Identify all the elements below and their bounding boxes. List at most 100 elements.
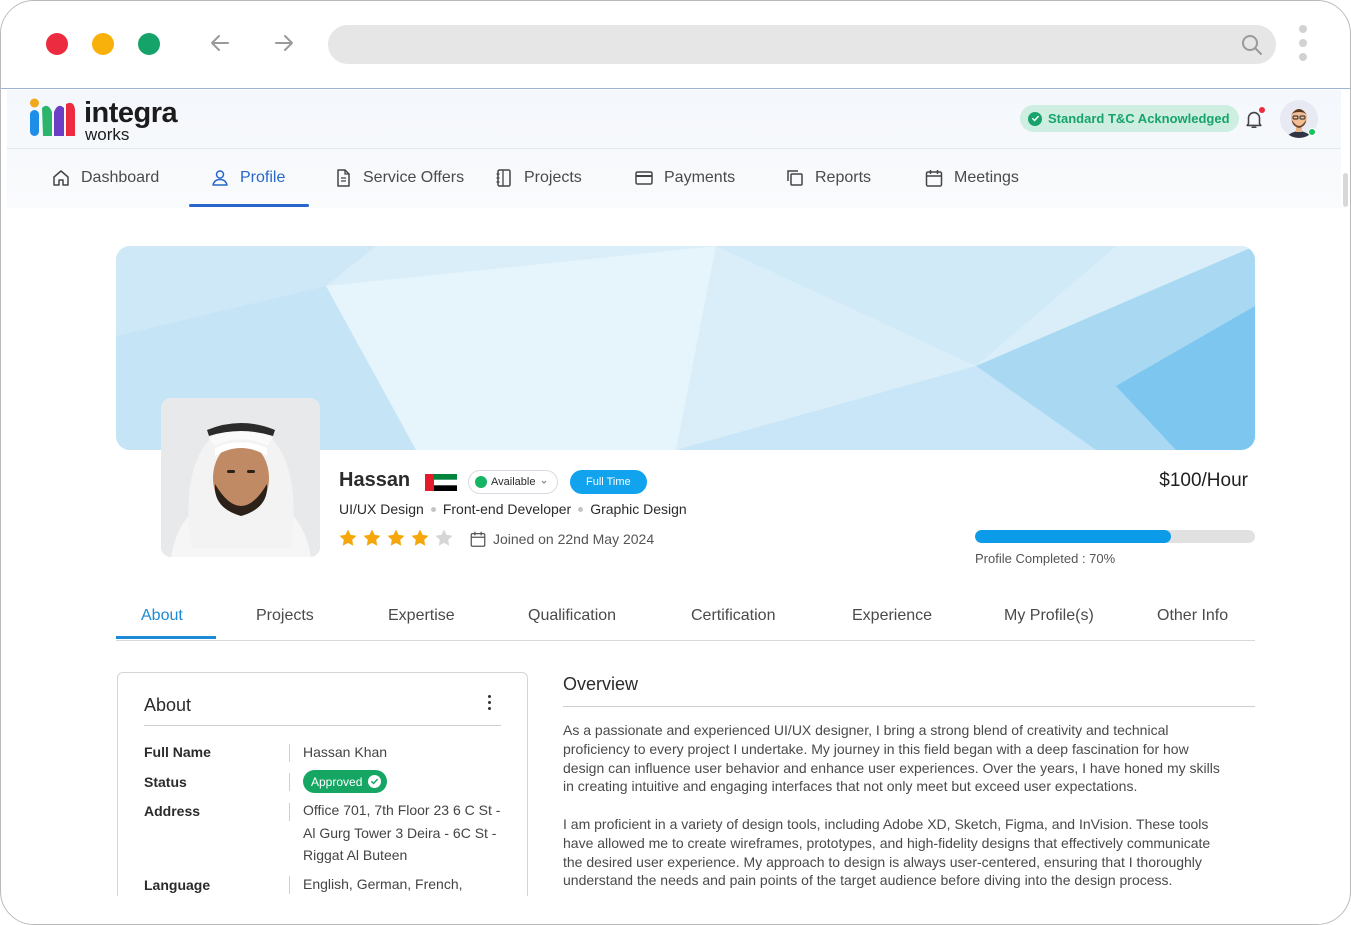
overview-line: in creating intuitive and engaging inter… xyxy=(563,778,1138,795)
tc-acknowledged-badge: Standard T&C Acknowledged xyxy=(1020,105,1239,132)
about-divider xyxy=(144,725,501,726)
tab-expertise[interactable]: Expertise xyxy=(388,607,455,625)
forward-arrow-icon[interactable] xyxy=(270,29,298,57)
language-label: Language xyxy=(144,877,211,893)
window-bottom-edge xyxy=(1,896,1350,924)
address-bar[interactable] xyxy=(328,25,1276,64)
more-options-icon[interactable] xyxy=(486,695,492,713)
nav-item-label: Reports xyxy=(815,169,872,186)
nav-item-reports[interactable]: Reports xyxy=(785,149,871,207)
full-name-label: Full Name xyxy=(144,744,211,760)
search-icon[interactable] xyxy=(1240,33,1264,57)
overview-line: As a passionate and experienced UI/UX de… xyxy=(563,722,1169,738)
rating-stars xyxy=(338,528,454,548)
credit-card-icon xyxy=(635,171,653,185)
star-filled-icon xyxy=(339,529,357,546)
logo-mark-icon xyxy=(30,98,75,136)
status-label: Status xyxy=(144,774,187,790)
nav-item-label: Dashboard xyxy=(81,169,160,186)
check-circle-icon xyxy=(1028,111,1042,126)
tc-badge-label: Standard T&C Acknowledged xyxy=(1048,111,1230,126)
profile-portrait-image xyxy=(161,398,320,557)
overview-paragraph-1: As a passionate and experienced UI/UX de… xyxy=(563,721,1243,796)
role-item: Graphic Design xyxy=(590,501,687,517)
star-filled-icon xyxy=(363,529,381,546)
nav-item-profile[interactable]: Profile xyxy=(210,149,285,207)
nav-item-label: Service Offers xyxy=(363,169,465,186)
browser-window: integra works Standard T&C Acknowledged xyxy=(0,0,1351,925)
nav-item-dashboard[interactable]: Dashboard xyxy=(51,149,159,207)
nav-item-payments[interactable]: Payments xyxy=(634,149,735,207)
maximize-window-button[interactable] xyxy=(138,33,160,55)
uae-flag-icon xyxy=(425,474,457,491)
copy-icon xyxy=(787,170,803,186)
profile-name: Hassan xyxy=(339,469,411,491)
main-navigation: Dashboard Profile Service Offers Project… xyxy=(7,149,1341,208)
about-card: About Full Name Hassan Khan Status Appro… xyxy=(117,672,528,924)
star-empty-icon xyxy=(435,529,453,546)
nav-active-indicator xyxy=(189,204,309,207)
tab-active-indicator xyxy=(116,636,216,639)
availability-dropdown[interactable]: Available xyxy=(468,470,559,494)
nav-item-meetings[interactable]: Meetings xyxy=(924,149,1019,207)
field-separator xyxy=(289,803,290,821)
app-header: integra works Standard T&C Acknowledged xyxy=(7,90,1341,208)
profile-roles: UI/UX Design Front-end Developer Graphic… xyxy=(339,501,687,517)
nav-item-service-offers[interactable]: Service Offers xyxy=(333,149,464,207)
tab-other-info[interactable]: Other Info xyxy=(1157,607,1228,625)
status-badge: Approved xyxy=(303,770,388,793)
overview-line: have allowed me to create wireframes, pr… xyxy=(563,834,1211,851)
profile-completion-label: Profile Completed : 70% xyxy=(975,551,1116,566)
address-line: Al Gurg Tower 3 Deira - 6C St - xyxy=(303,824,497,841)
calendar-icon xyxy=(470,531,486,547)
calendar-icon xyxy=(925,170,943,187)
notification-dot xyxy=(1259,107,1265,113)
tab-about[interactable]: About xyxy=(141,607,183,625)
overview-line: understand the needs and pain points of … xyxy=(563,872,1173,889)
field-separator xyxy=(289,773,290,791)
back-arrow-icon[interactable] xyxy=(206,29,234,57)
overview-line: design can influence user behavior and e… xyxy=(563,759,1220,776)
full-name-value: Hassan Khan xyxy=(303,744,388,760)
profile-photo[interactable] xyxy=(161,398,320,557)
nav-item-label: Projects xyxy=(524,169,582,186)
role-item: Front-end Developer xyxy=(442,501,572,517)
check-circle-icon xyxy=(368,775,382,788)
overview-title: Overview xyxy=(563,674,639,694)
user-icon xyxy=(212,170,228,186)
chevron-down-icon xyxy=(542,480,547,484)
available-status-dot xyxy=(475,476,487,488)
profile-completion-bar xyxy=(975,530,1255,543)
page-scrollbar[interactable] xyxy=(1343,173,1348,207)
tab-my-profiles[interactable]: My Profile(s) xyxy=(1004,607,1094,625)
employment-type-badge: Full Time xyxy=(570,470,647,494)
close-window-button[interactable] xyxy=(46,33,68,55)
nav-item-label: Profile xyxy=(240,169,286,186)
overview-paragraph-2: I am proficient in a variety of design t… xyxy=(563,815,1243,890)
home-icon xyxy=(53,170,69,186)
joined-date: Joined on 22nd May 2024 xyxy=(469,530,654,548)
tab-experience[interactable]: Experience xyxy=(852,607,932,625)
status-badge-label: Approved xyxy=(311,774,363,789)
role-separator xyxy=(430,506,436,512)
tab-qualification[interactable]: Qualification xyxy=(528,607,616,625)
nav-item-projects[interactable]: Projects xyxy=(494,149,582,207)
language-value: English, German, French, xyxy=(303,876,463,892)
hourly-rate: $100/Hour xyxy=(1159,470,1248,491)
document-icon xyxy=(337,169,350,187)
nav-item-label: Meetings xyxy=(954,169,1019,186)
address-line: Office 701, 7th Floor 23 6 C St - xyxy=(303,802,501,818)
overview-line: the desired user experience. My approach… xyxy=(563,853,1202,870)
role-separator xyxy=(578,506,584,512)
notebook-icon xyxy=(496,169,511,187)
star-filled-icon xyxy=(411,529,429,546)
minimize-window-button[interactable] xyxy=(92,33,114,55)
overview-line: I am proficient in a variety of design t… xyxy=(563,816,1209,832)
browser-menu-icon[interactable] xyxy=(1297,25,1309,65)
integra-works-logo[interactable]: integra works xyxy=(28,96,188,144)
online-status-dot xyxy=(1308,128,1316,136)
tab-projects[interactable]: Projects xyxy=(256,607,314,625)
tab-certification[interactable]: Certification xyxy=(691,607,775,625)
address-value: Office 701, 7th Floor 23 6 C St - Al Gur… xyxy=(303,799,500,867)
overview-divider xyxy=(563,706,1255,707)
